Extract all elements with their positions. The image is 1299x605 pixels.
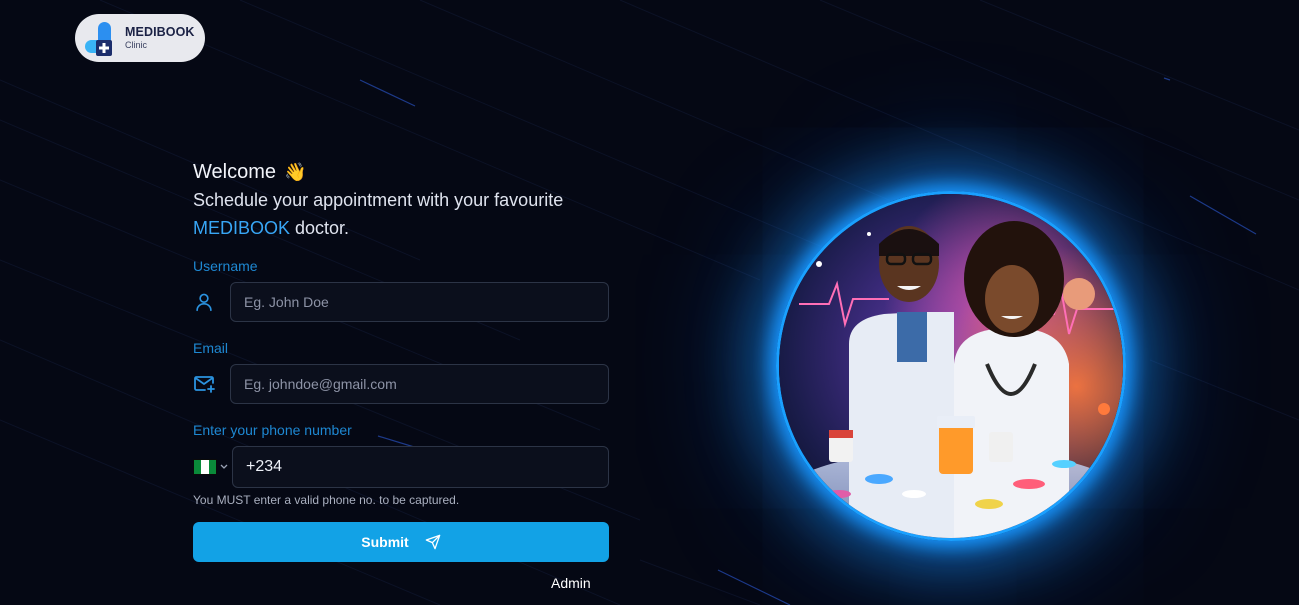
welcome-title: Welcome	[193, 160, 276, 183]
submit-label: Submit	[361, 534, 409, 550]
phone-label: Enter your phone number	[193, 422, 352, 438]
doctors-hero-image	[776, 191, 1126, 541]
welcome-heading: Welcome 👋	[193, 158, 609, 186]
tagline-suffix: doctor.	[290, 218, 350, 238]
mail-plus-icon	[193, 364, 230, 404]
user-icon	[193, 282, 230, 322]
capsule-cross-icon	[83, 18, 123, 58]
appointment-form: Welcome 👋 Schedule your appointment with…	[193, 158, 609, 562]
country-select[interactable]	[193, 446, 232, 488]
submit-button[interactable]: Submit	[193, 522, 609, 562]
email-row	[193, 364, 609, 404]
medibook-logo[interactable]: MEDIBOOK Clinic	[75, 14, 205, 62]
nigeria-flag-icon	[193, 459, 217, 475]
username-input[interactable]	[230, 282, 609, 322]
phone-row: +234	[193, 446, 609, 488]
username-row	[193, 282, 609, 322]
tagline-text: Schedule your appointment with your favo…	[193, 190, 564, 210]
waving-hand-icon: 👋	[284, 161, 307, 182]
email-input[interactable]	[230, 364, 609, 404]
send-icon	[425, 534, 441, 550]
admin-link[interactable]: Admin	[551, 575, 591, 591]
email-label: Email	[193, 340, 229, 356]
phone-hint: You MUST enter a valid phone no. to be c…	[193, 493, 460, 507]
chevron-down-icon	[220, 464, 228, 469]
tagline-brand: MEDIBOOK	[193, 218, 291, 238]
username-label: Username	[193, 258, 258, 274]
logo-name: MEDIBOOK	[125, 24, 195, 39]
logo-subtitle: Clinic	[125, 40, 148, 51]
tagline: Schedule your appointment with your favo…	[193, 186, 609, 242]
phone-input[interactable]: +234	[232, 446, 609, 488]
